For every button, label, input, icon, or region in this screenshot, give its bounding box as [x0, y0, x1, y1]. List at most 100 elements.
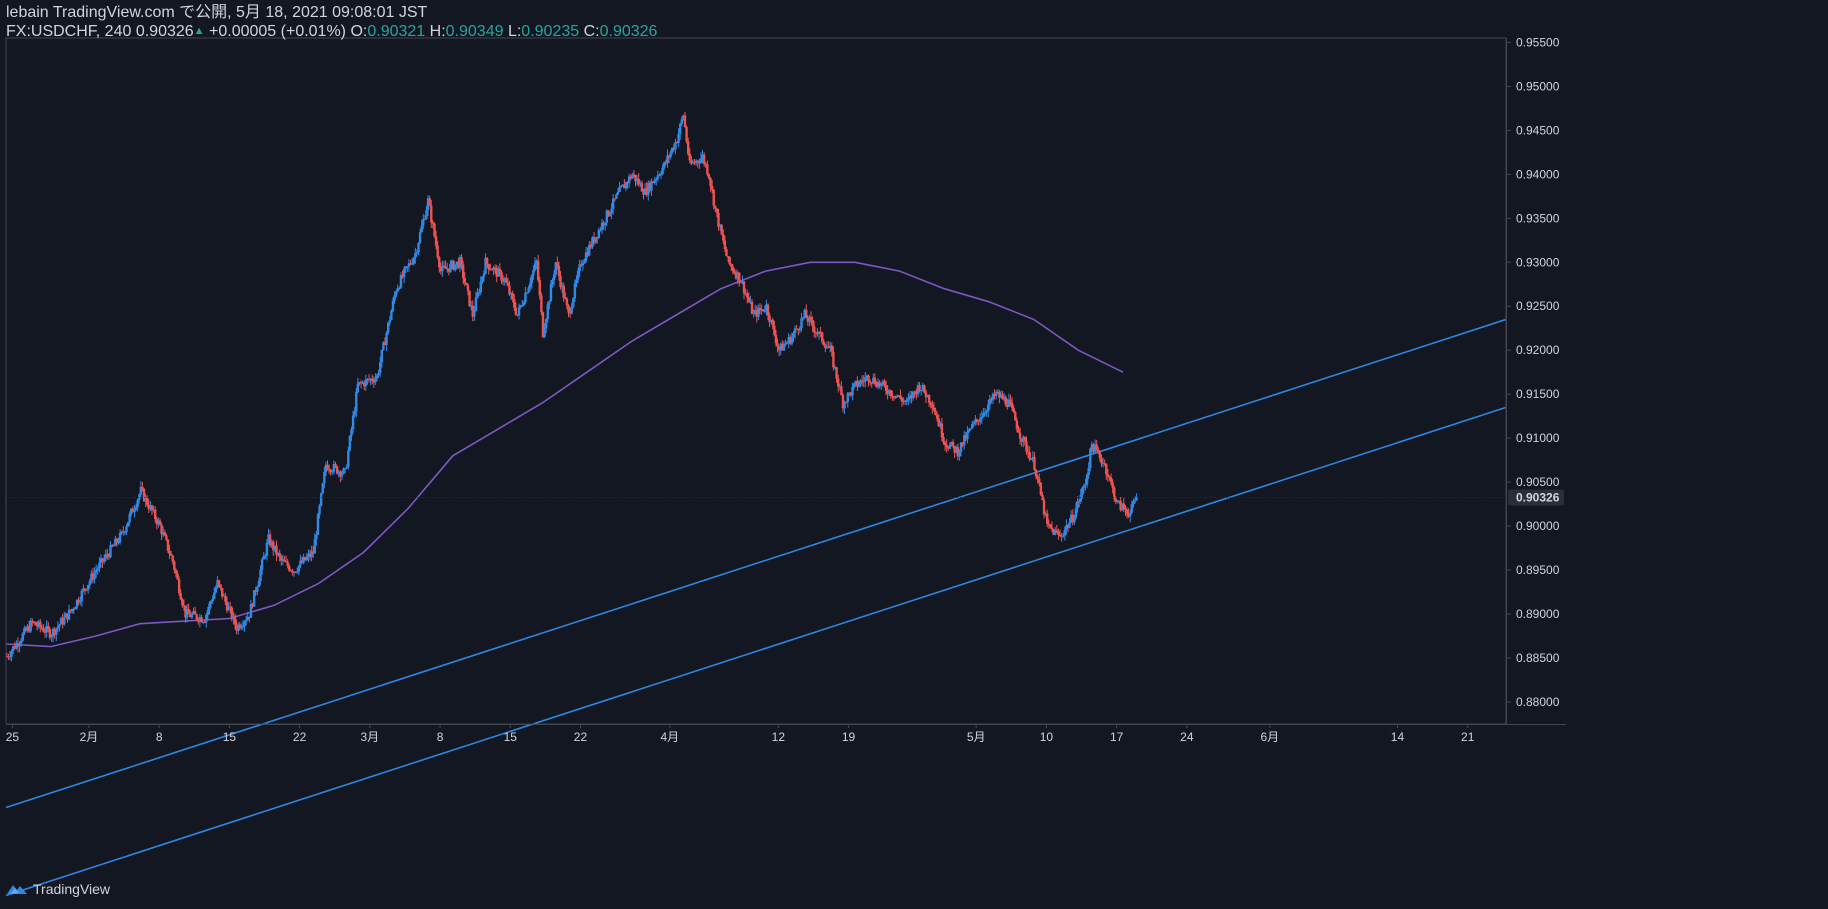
- candle-body: [394, 291, 398, 296]
- candle-body: [527, 287, 530, 293]
- candle-body: [985, 411, 988, 413]
- candle-body: [1109, 477, 1113, 483]
- candle-body: [348, 435, 352, 451]
- candle-body: [347, 450, 350, 467]
- candle-body: [935, 415, 939, 419]
- candle-body: [259, 569, 262, 581]
- candle-body: [811, 319, 814, 327]
- candle-body: [209, 601, 213, 604]
- price-axis[interactable]: 0.88000 0.88500 0.89000 0.89500 0.90000 0.905…: [1506, 35, 1560, 709]
- candle-body: [377, 372, 380, 376]
- candle-body: [530, 275, 533, 284]
- candle-body: [444, 266, 447, 269]
- candle-body: [761, 309, 765, 311]
- candle-body: [313, 539, 316, 554]
- candle-body: [785, 342, 789, 344]
- candle-body: [123, 531, 127, 533]
- candle-body: [975, 419, 979, 421]
- candle-body: [115, 538, 119, 543]
- price-chart[interactable]: 0.88000 0.88500 0.89000 0.89500 0.90000 0.905…: [0, 0, 1828, 909]
- candle-body: [1133, 500, 1137, 502]
- open-value: 0.90321: [367, 23, 426, 40]
- candle-body: [696, 160, 699, 163]
- candle-body: [1050, 527, 1054, 529]
- candle-body: [967, 429, 971, 432]
- candle-body: [477, 292, 481, 294]
- candle-body: [573, 283, 577, 299]
- candle-body: [96, 568, 99, 571]
- candle-body: [517, 307, 521, 316]
- price-tick-label: 0.90000: [1516, 519, 1560, 533]
- price-tick-label: 0.92000: [1516, 343, 1560, 357]
- candle-body: [1038, 478, 1041, 483]
- candle-body: [1030, 459, 1033, 461]
- candle-body: [533, 263, 537, 271]
- low-value: 0.90235: [521, 23, 580, 40]
- open-label: O:: [350, 23, 368, 40]
- candle-body: [418, 232, 422, 243]
- candle-body: [256, 586, 259, 593]
- candle-body: [726, 256, 730, 258]
- candle-body: [379, 362, 382, 373]
- time-tick-label: 24: [1180, 730, 1194, 744]
- candle-body: [1111, 482, 1114, 488]
- candle-body: [141, 486, 144, 490]
- candle-body: [752, 312, 755, 314]
- candle-body: [1130, 503, 1133, 513]
- candle-body: [460, 257, 463, 265]
- candle-body: [79, 601, 82, 603]
- candle-body: [932, 407, 936, 411]
- candle-body: [88, 581, 91, 586]
- candle-body: [945, 445, 948, 448]
- candle-body: [10, 650, 13, 657]
- candle-body: [173, 561, 176, 570]
- time-tick-label: 22: [574, 730, 588, 744]
- candle-body: [187, 609, 190, 615]
- candle-body: [420, 225, 423, 233]
- candle-body: [449, 263, 452, 272]
- candle-body: [983, 412, 987, 414]
- candle-body: [117, 542, 120, 544]
- tradingview-branding[interactable]: TradingView: [6, 881, 110, 897]
- candle-body: [733, 271, 736, 274]
- candle-body: [548, 301, 551, 305]
- candle-body: [710, 185, 714, 190]
- candle-body: [58, 624, 61, 627]
- time-axis[interactable]: 25 2月 8 15 22 3月 8 15 22 4月 12 19 5月 10 17 24 6月 14 21: [6, 724, 1475, 744]
- candle-body: [899, 395, 902, 399]
- candle-body: [750, 301, 754, 314]
- candle-body: [889, 390, 893, 396]
- candle-body: [522, 302, 526, 306]
- candle-body: [658, 175, 661, 177]
- candle-body: [918, 385, 921, 391]
- candle-body: [1018, 432, 1022, 439]
- price-tick-label: 0.92500: [1516, 299, 1560, 313]
- candle-body: [423, 218, 427, 220]
- last-price-label: 0.90326: [1516, 490, 1560, 504]
- candle-body: [29, 620, 32, 632]
- candle-body: [430, 205, 433, 223]
- candle-body: [1063, 530, 1066, 536]
- low-label: L:: [507, 23, 522, 40]
- candle-body: [557, 265, 561, 276]
- candle-body: [163, 532, 166, 536]
- candle-body: [715, 208, 719, 213]
- candle-body: [386, 322, 390, 333]
- candle-body: [940, 423, 944, 438]
- candle-body: [425, 209, 428, 219]
- candle-body: [680, 119, 683, 124]
- candle-body: [296, 571, 299, 573]
- symbol-label[interactable]: FX:USDCHF, 240: [6, 23, 131, 40]
- candle-body: [402, 268, 406, 278]
- candle-body: [511, 293, 514, 300]
- time-tick-label: 3月: [360, 730, 379, 744]
- candle-body: [229, 606, 232, 608]
- candle-body: [412, 257, 415, 264]
- close-value: 0.90326: [599, 23, 658, 40]
- high-value: 0.90349: [445, 23, 504, 40]
- channel-trendline[interactable]: [5, 406, 1507, 897]
- candle-body: [702, 154, 706, 164]
- candle-body: [1010, 402, 1014, 409]
- time-tick-label: 22: [293, 730, 307, 744]
- candle-body: [931, 404, 934, 408]
